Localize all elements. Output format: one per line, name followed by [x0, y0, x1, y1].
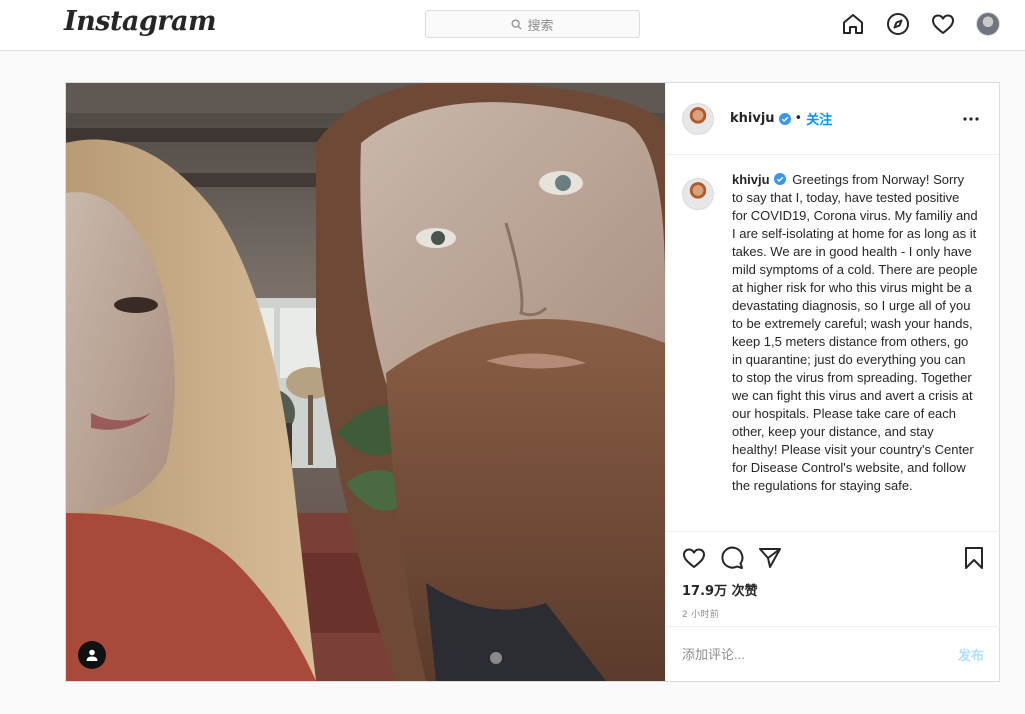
post-comment-button[interactable]: 发布: [958, 645, 984, 664]
post-caption: khivju Greetings from Norway! Sorry to s…: [732, 171, 978, 531]
like-button[interactable]: [680, 544, 708, 572]
home-button[interactable]: [840, 11, 866, 37]
comment-button[interactable]: [718, 544, 746, 572]
activity-button[interactable]: [930, 11, 956, 37]
search-icon: [511, 18, 523, 30]
post-sidebar: khivju • 关注 khivju Greetings from Norway…: [665, 83, 1000, 681]
save-button[interactable]: [960, 544, 988, 572]
tagged-users-button[interactable]: [78, 641, 106, 669]
home-icon: [843, 14, 863, 34]
post-header: khivju • 关注: [666, 83, 999, 155]
explore-button[interactable]: [885, 11, 911, 37]
more-options-icon: [963, 116, 979, 121]
nav-icons: [840, 11, 1001, 37]
instagram-logo[interactable]: Instagram: [64, 6, 217, 37]
author-avatar[interactable]: [682, 102, 714, 135]
profile-avatar: [976, 12, 1000, 36]
caption-text: Greetings from Norway! Sorry to say that…: [732, 172, 978, 493]
comments-section[interactable]: khivju Greetings from Norway! Sorry to s…: [666, 155, 1000, 531]
explore-icon: [887, 13, 909, 35]
add-comment-section: 发布: [666, 626, 1000, 681]
post-card: khivju • 关注 khivju Greetings from Norway…: [65, 82, 1000, 682]
comment-input[interactable]: [682, 646, 932, 662]
verified-badge-icon: [778, 112, 791, 125]
profile-button[interactable]: [975, 11, 1001, 37]
verified-badge-icon: [773, 173, 786, 185]
share-icon: [759, 548, 781, 568]
follow-button[interactable]: 关注: [806, 109, 832, 128]
top-navigation-bar: Instagram 搜索: [0, 0, 1025, 51]
author-username[interactable]: khivju: [730, 111, 775, 126]
caption-author-username[interactable]: khivju: [732, 172, 770, 187]
activity-heart-icon: [932, 14, 954, 34]
share-button[interactable]: [756, 544, 784, 572]
header-separator: •: [794, 111, 803, 126]
search-box[interactable]: 搜索: [425, 10, 640, 38]
action-bar: [666, 532, 1000, 576]
comment-icon: [721, 546, 744, 569]
post-timestamp[interactable]: 2 小时前: [666, 599, 1000, 620]
user-icon: [86, 649, 98, 661]
more-options-button[interactable]: [959, 107, 983, 131]
search-placeholder: 搜索: [527, 18, 554, 34]
like-count[interactable]: 17.9万 次赞: [666, 576, 1000, 599]
caption-author-avatar[interactable]: [682, 178, 714, 210]
post-photo[interactable]: [66, 83, 665, 681]
post-photo-image: [66, 83, 665, 681]
post-actions-area: 17.9万 次赞 2 小时前: [666, 531, 1000, 626]
bookmark-icon: [965, 547, 983, 569]
heart-icon: [683, 548, 705, 568]
